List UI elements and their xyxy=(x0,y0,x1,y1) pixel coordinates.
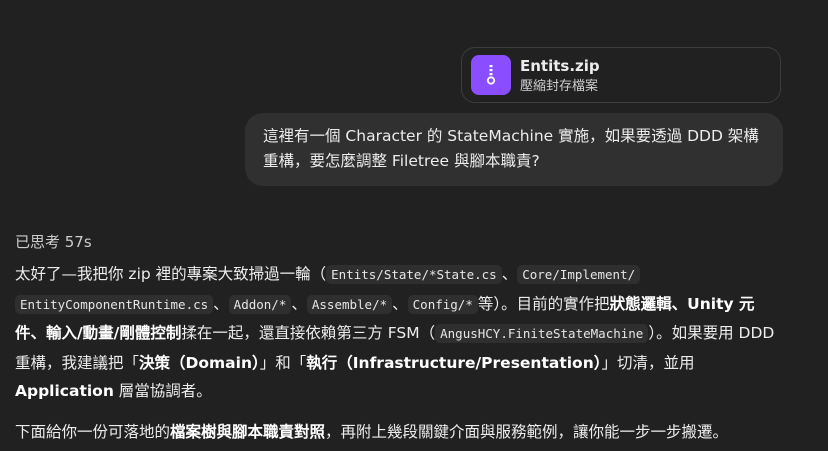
text-segment: 、 xyxy=(392,294,408,313)
text-segment: 、 xyxy=(213,294,229,313)
text-segment: ，再附上幾段關鍵介面與服務範例，讓你能一步一步搬遷。 xyxy=(325,422,729,441)
bold-text: 執行（Infrastructure/Presentation） xyxy=(306,353,602,372)
attachment-file-type: 壓縮封存檔案 xyxy=(520,78,599,94)
chat-page: Entits.zip 壓縮封存檔案 這裡有一個 Character 的 Stat… xyxy=(0,0,828,451)
inline-code: Config/* xyxy=(407,294,478,314)
assistant-paragraph-1: 太好了—我把你 zip 裡的專案大致掃過一輪（ Entits/State/*Sta… xyxy=(15,260,785,406)
inline-code: Assemble/* xyxy=(306,294,393,314)
user-message-bubble: 這裡有一個 Character 的 StateMachine 實施，如果要透過 … xyxy=(245,113,783,186)
inline-code: Addon/* xyxy=(228,294,292,314)
zip-file-icon xyxy=(471,55,511,95)
bold-text: 決策（Domain） xyxy=(139,353,260,372)
assistant-paragraph-2: 下面給你一份可落地的檔案樹與腳本職責對照，再附上幾段關鍵介面與服務範例，讓你能一… xyxy=(15,418,785,447)
text-segment: 太好了—我把你 zip 裡的專案大致掃過一輪（ xyxy=(15,265,327,283)
inline-code: EntityComponentRuntime.cs xyxy=(15,294,214,314)
text-segment: 、 xyxy=(291,294,307,313)
text-segment: 等）。目前的實作把 xyxy=(477,294,610,313)
attachment-file-name: Entits.zip xyxy=(520,56,600,75)
text-segment: 揉在一起，還直接依賴第三方 FSM（ xyxy=(181,324,436,342)
thought-duration-toggle[interactable]: 已思考 57s xyxy=(15,231,92,253)
text-segment: 下面給你一份可落地的 xyxy=(15,422,171,441)
inline-code: Core/Implement/ xyxy=(517,265,641,284)
text-segment: 」和「 xyxy=(259,353,307,372)
text-segment: 、 xyxy=(501,265,518,283)
text-segment: 層當協調者。 xyxy=(113,382,212,400)
assistant-message: 太好了—我把你 zip 裡的專案大致掃過一輪（ Entits/State/*Sta… xyxy=(15,260,785,451)
inline-code: Entits/State/*State.cs xyxy=(326,265,502,284)
attachment-card[interactable]: Entits.zip 壓縮封存檔案 xyxy=(461,47,781,103)
bold-text: 檔案樹與腳本職責對照 xyxy=(170,422,326,441)
inline-code: AngusHCY.FiniteStateMachine xyxy=(435,324,649,343)
text-segment: 」切清，並用 xyxy=(601,353,695,372)
user-message-text: 這裡有一個 Character 的 StateMachine 實施，如果要透過 … xyxy=(263,127,759,170)
thought-label: 已思考 57s xyxy=(15,233,92,251)
bold-text: Application xyxy=(15,382,114,400)
attachment-text: Entits.zip 壓縮封存檔案 xyxy=(520,56,600,95)
